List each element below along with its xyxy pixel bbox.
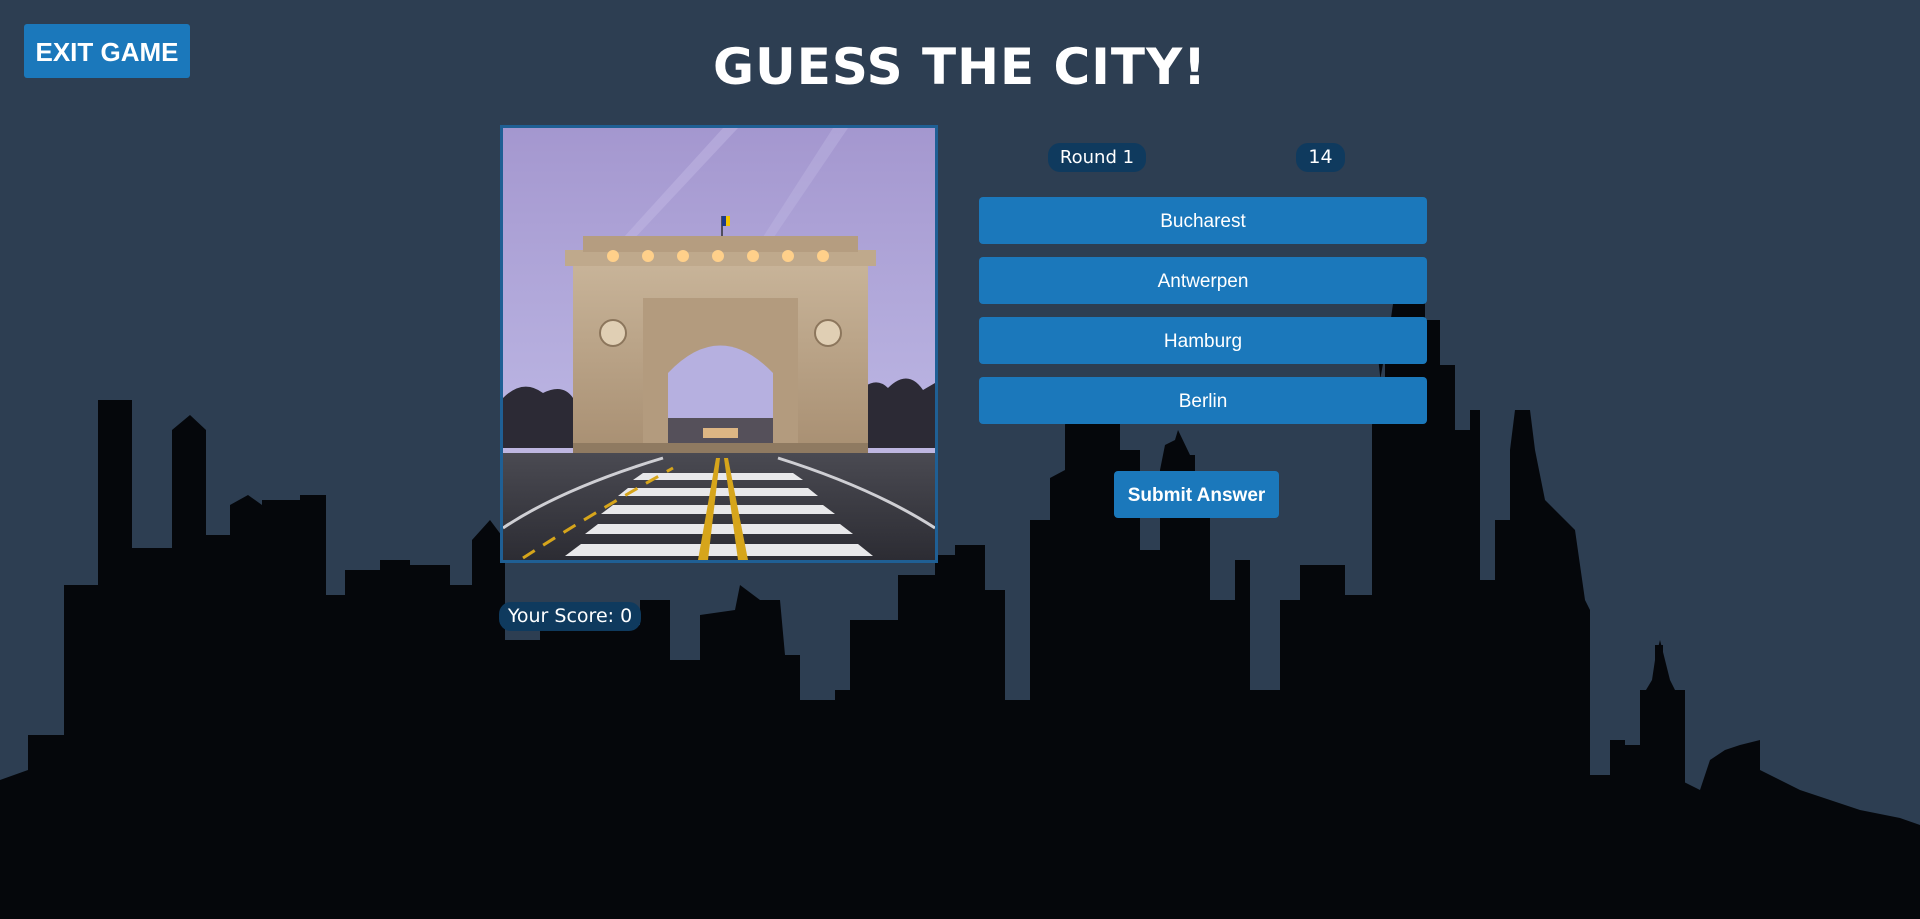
game-screen: EXIT GAME GUESS THE CITY! Round 1 14 Buc… (0, 0, 1920, 919)
skyline-silhouette (0, 290, 1920, 919)
round-indicator: Round 1 (1048, 143, 1146, 172)
page-title: GUESS THE CITY! (713, 38, 1207, 96)
answer-options: Bucharest Antwerpen Hamburg Berlin (979, 197, 1427, 437)
option-button-berlin[interactable]: Berlin (979, 377, 1427, 424)
submit-answer-button[interactable]: Submit Answer (1114, 471, 1279, 518)
triumphal-arch-photo (503, 128, 935, 560)
countdown-timer: 14 (1296, 143, 1345, 172)
option-button-hamburg[interactable]: Hamburg (979, 317, 1427, 364)
option-button-antwerpen[interactable]: Antwerpen (979, 257, 1427, 304)
option-button-bucharest[interactable]: Bucharest (979, 197, 1427, 244)
score-display: Your Score: 0 (499, 602, 641, 631)
city-photo (500, 125, 938, 563)
